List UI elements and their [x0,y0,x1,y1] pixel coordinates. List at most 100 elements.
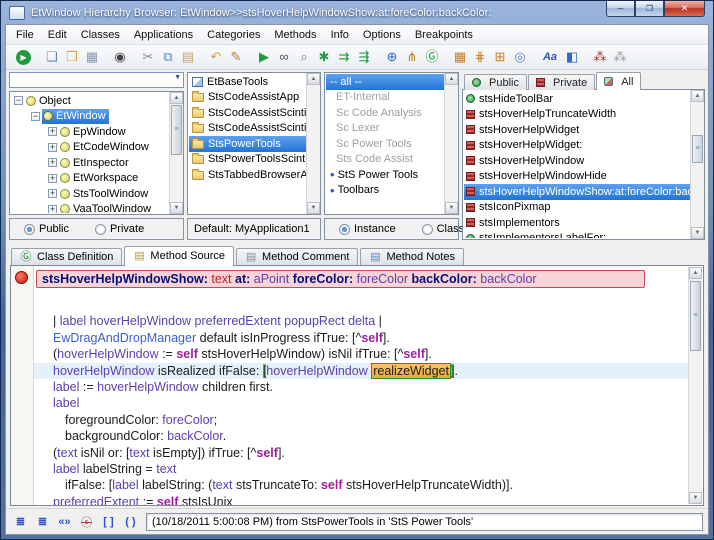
brush-icon[interactable]: ✎ [226,47,246,67]
expand-icon[interactable]: + [48,143,57,152]
expand-icon[interactable]: + [48,205,57,213]
tab-public[interactable]: Public [464,74,527,90]
method-item[interactable]: stsHideToolBar [464,91,690,107]
class-tree-item[interactable]: +EpWindow [11,124,169,140]
implementors-icon[interactable]: ⇶ [354,47,374,67]
format-lines-button[interactable]: ≣ [11,513,30,530]
category-item[interactable]: Sts Code Assist [326,152,444,168]
method-item[interactable]: stsHoverHelpTruncateWidth [464,107,690,123]
senders-icon[interactable]: ⇉ [334,47,354,67]
category-item[interactable]: -- all -- [326,74,444,90]
menu-applications[interactable]: Applications [127,27,200,43]
users-outline-icon[interactable]: ⁂ [610,47,630,67]
chevron-down-icon[interactable]: ▼ [174,74,181,81]
search-icon[interactable]: ⌕ [294,47,314,67]
method-item[interactable]: stsHoverHelpWidget [464,122,690,138]
open-folder-icon[interactable]: ❒ [62,47,82,67]
run-method-icon[interactable]: ▶ [254,47,274,67]
users-icon[interactable]: ⁂ [590,47,610,67]
menu-edit[interactable]: Edit [41,27,74,43]
cut-icon[interactable]: ✂ [138,47,158,67]
scroll-up-button[interactable]: ▲ [445,73,458,85]
application-item[interactable]: EtBaseTools [189,74,306,90]
globe-icon[interactable]: ⊕ [382,47,402,67]
expand-icon[interactable]: + [48,189,57,198]
format-indent-button[interactable]: ≣ [33,513,52,530]
scroll-up-button[interactable]: ▲ [307,73,320,85]
class-filter-combobox[interactable]: ▼ [9,72,184,88]
scroll-thumb[interactable] [171,105,182,155]
method-item[interactable]: stsHoverHelpWindowHide [464,169,690,185]
class-radio[interactable]: Class [422,223,465,235]
scroll-thumb[interactable] [690,281,701,351]
categories-scrollbar[interactable]: ▲▼ [444,73,458,214]
application-item[interactable]: StsCodeAssistScintillaLe: [189,121,306,137]
undo-icon[interactable]: ↶ [206,47,226,67]
camera-icon[interactable]: ◉ [110,47,130,67]
font-icon[interactable]: Aa [538,47,562,67]
scroll-up-button[interactable]: ▲ [689,267,702,279]
fence-icon[interactable]: ⋕ [470,47,490,67]
menu-categories[interactable]: Categories [200,27,267,43]
hierarchy-icon[interactable]: ⋔ [402,47,422,67]
class-tree-item[interactable]: +EtWorkspace [11,171,169,187]
application-item[interactable]: StsPowerTools [189,136,306,152]
minimize-button[interactable]: ─ [606,1,635,17]
method-item[interactable]: stsHoverHelpWidget: [464,138,690,154]
menu-info[interactable]: Info [324,27,356,43]
scroll-down-button[interactable]: ▼ [170,202,183,214]
expand-icon[interactable]: + [48,127,57,136]
code-editor[interactable]: stsHoverHelpWindowShow: text at: aPoint … [34,266,689,505]
save-icon[interactable]: ▦ [82,47,102,67]
insert-brackets-button[interactable]: [ ] [99,513,118,530]
class-tree-item[interactable]: +EtCodeWindow [11,140,169,156]
application-item[interactable]: StsTabbedBrowserApp [189,167,306,183]
public-radio[interactable]: Public [24,223,69,235]
application-item[interactable]: StsCodeAssistScintillaCo [189,105,306,121]
debug-icon[interactable]: ✱ [314,47,334,67]
menu-options[interactable]: Options [356,27,408,43]
scroll-up-button[interactable]: ▲ [691,90,704,102]
collapse-icon[interactable]: − [31,112,40,121]
category-item[interactable]: Sc Power Tools [326,136,444,152]
paste-icon[interactable]: ▤ [178,47,198,67]
collapse-icon[interactable]: − [14,96,23,105]
refresh-icon[interactable]: Ⓖ [422,47,442,67]
new-document-icon[interactable]: ❏ [42,47,62,67]
grid-edit-icon[interactable]: ⊞ [490,47,510,67]
code-scrollbar[interactable]: ▲▼ [688,267,702,504]
browse-icon[interactable]: ∞ [274,47,294,67]
expand-icon[interactable]: + [48,174,57,183]
scroll-up-button[interactable]: ▲ [170,92,183,104]
category-item[interactable]: StS Power Tools [326,167,444,183]
close-button[interactable]: ✕ [664,1,705,17]
maximize-button[interactable]: ❐ [635,1,664,17]
breakpoint-gutter[interactable] [11,266,34,505]
world-icon[interactable]: ◎ [510,47,530,67]
applications-scrollbar[interactable]: ▲▼ [306,73,320,214]
expand-icon[interactable]: + [48,158,57,167]
method-item[interactable]: stsImplementors [464,215,690,231]
tab-private[interactable]: Private [528,74,595,90]
menu-breakpoints[interactable]: Breakpoints [408,27,480,43]
method-item[interactable]: stsHoverHelpWindow [464,153,690,169]
tab-all[interactable]: All [596,72,641,90]
method-item[interactable]: stsHoverHelpWindowShow:at:foreColor:back… [464,184,690,200]
remove-self-button[interactable]: ⓢ [77,513,96,530]
class-tree-item[interactable]: −EtWindow [11,109,169,125]
copy-icon[interactable]: ⧉ [158,47,178,67]
menu-classes[interactable]: Classes [74,27,127,43]
tab-method-comment[interactable]: ▤Method Comment [236,248,358,265]
application-item[interactable]: StsPowerToolsScintilla [189,152,306,168]
tab-method-source[interactable]: ▤Method Source [124,246,234,265]
run-icon[interactable]: ▶ [16,50,31,65]
scroll-down-button[interactable]: ▼ [689,492,702,504]
menu-methods[interactable]: Methods [267,27,323,43]
default-application-bar[interactable]: Default: MyApplication1 [187,218,321,240]
class-tree-item[interactable]: +VaaToolWindow [11,202,169,214]
instance-radio[interactable]: Instance [339,223,396,235]
category-item[interactable]: Sc Lexer [326,121,444,137]
scroll-down-button[interactable]: ▼ [445,202,458,214]
fill-color-icon[interactable]: ◧ [562,47,582,67]
insert-quotes-button[interactable]: «» [55,513,74,530]
